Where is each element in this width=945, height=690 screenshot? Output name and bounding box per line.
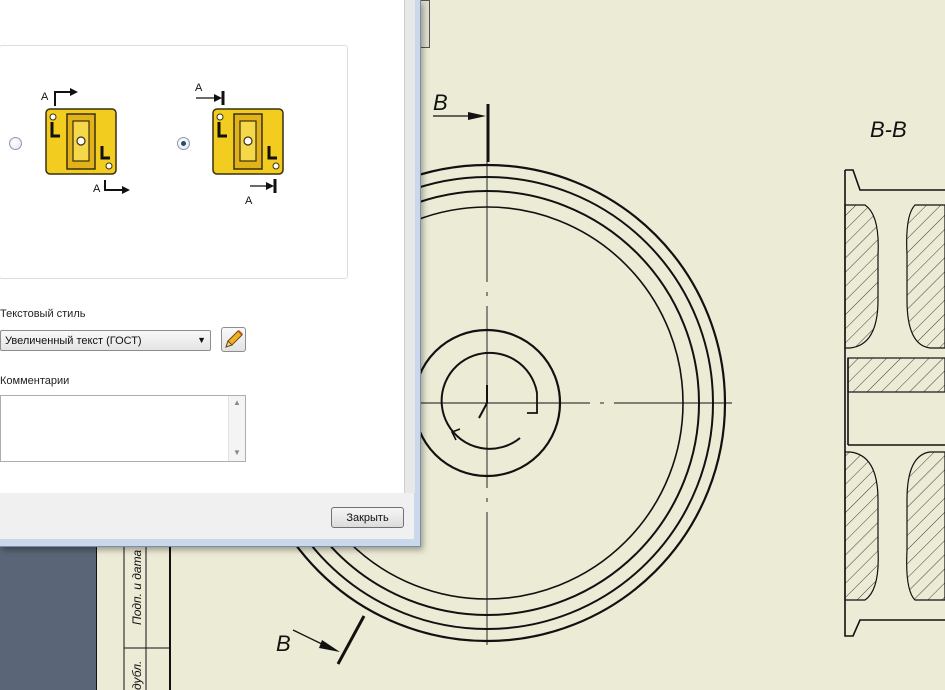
section-direction-left-icon[interactable]: A A: [38, 84, 138, 196]
scroll-up-icon[interactable]: ▲: [233, 398, 241, 407]
scroll-down-icon[interactable]: ▼: [233, 448, 241, 457]
cad-window: B B B-B Подп. и дата дубл. A A A A Текст…: [0, 0, 945, 690]
text-style-label: Текстовый стиль: [0, 308, 86, 320]
workspace-background: [0, 547, 96, 690]
section-dialog: A A A A Текстовый стиль Увеличенный текс…: [0, 0, 421, 547]
text-style-select[interactable]: Увеличенный текст (ГОСТ) ▼: [0, 330, 211, 351]
dialog-content: A A A A Текстовый стиль Увеличенный текс…: [0, 0, 415, 493]
text-style-value: Увеличенный текст (ГОСТ): [5, 335, 142, 347]
comments-scrollbar[interactable]: ▲ ▼: [228, 396, 245, 461]
arrow-label-bottom-right: A: [245, 195, 253, 207]
dialog-client-area: A A A A Текстовый стиль Увеличенный текс…: [0, 0, 415, 539]
title-block-dup: дубл.: [130, 661, 144, 690]
comments-label: Комментарии: [0, 375, 70, 387]
arrow-label-bottom-left: A: [93, 183, 101, 195]
comments-field[interactable]: ▲ ▼: [0, 395, 246, 462]
dialog-scrollbar[interactable]: [404, 0, 415, 493]
section-letter-top: B: [433, 90, 448, 115]
direction-option-right-radio[interactable]: [177, 137, 190, 150]
arrow-label-top-right: A: [195, 82, 203, 94]
panel-edge: [420, 0, 430, 48]
edit-text-style-button[interactable]: [221, 327, 246, 352]
direction-option-left-radio[interactable]: [9, 137, 22, 150]
title-block-sign-date: Подп. и дата: [130, 550, 144, 625]
section-direction-right-icon[interactable]: A A: [192, 78, 292, 208]
pencil-icon: [225, 330, 243, 348]
close-button[interactable]: Закрыть: [331, 507, 404, 528]
chevron-down-icon: ▼: [197, 335, 206, 345]
section-letter-bottom: B: [276, 631, 291, 656]
arrow-label-top-left: A: [41, 91, 49, 103]
section-view-title: B-B: [870, 117, 907, 142]
